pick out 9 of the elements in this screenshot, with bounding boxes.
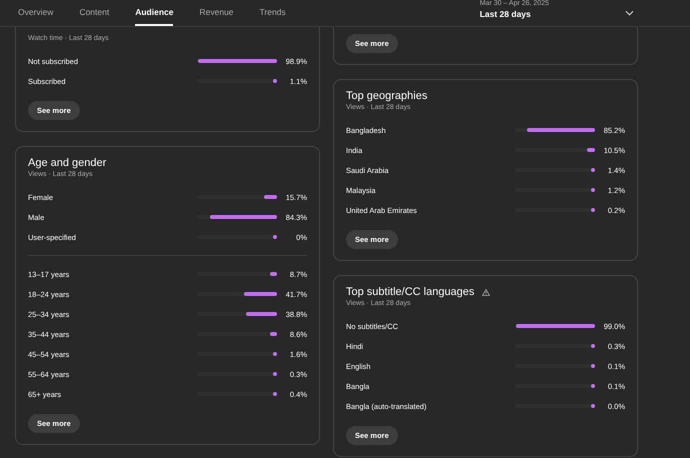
card-title: Top subtitle/CC languages xyxy=(346,286,474,298)
nav-tab[interactable]: Audience xyxy=(135,0,174,26)
chevron-down-icon xyxy=(625,10,634,16)
card-title: Age and gender xyxy=(28,157,106,169)
nav-tab[interactable]: Overview xyxy=(18,0,54,26)
nav-tab[interactable]: Trends xyxy=(260,0,286,26)
nav-tab[interactable]: Revenue xyxy=(199,0,234,26)
nav-tab[interactable]: Content xyxy=(79,0,110,26)
card-title: Top geographies xyxy=(346,90,428,102)
